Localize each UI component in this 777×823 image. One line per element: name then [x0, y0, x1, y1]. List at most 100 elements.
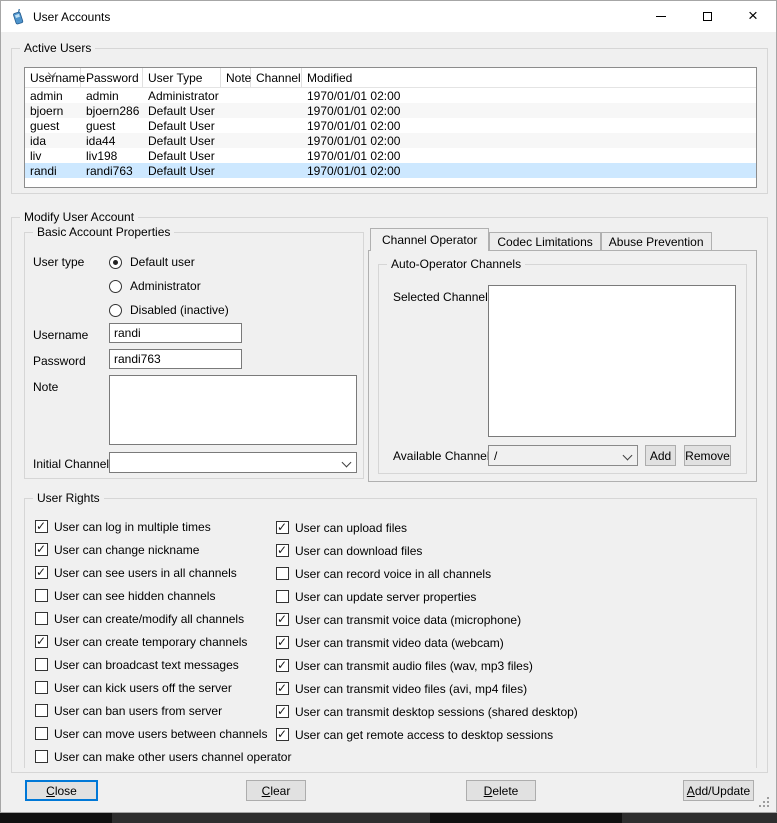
- user-type-radio[interactable]: Administrator: [109, 274, 229, 298]
- user-right-checkbox[interactable]: User can make other users channel operat…: [35, 745, 291, 768]
- available-channels-value: /: [494, 449, 617, 463]
- cell-username: liv: [25, 149, 81, 163]
- tab-label: Channel Operator: [382, 233, 477, 247]
- initial-channel-label: Initial Channel: [33, 457, 109, 471]
- basic-account-properties-title: Basic Account Properties: [33, 225, 174, 240]
- checkbox-icon: [276, 659, 289, 672]
- clear-button[interactable]: Clear: [246, 780, 306, 801]
- user-right-checkbox[interactable]: User can broadcast text messages: [35, 653, 291, 676]
- user-right-checkbox[interactable]: User can upload files: [276, 516, 578, 539]
- table-row[interactable]: liv liv198 Default User 1970/01/01 02:00: [25, 148, 756, 163]
- cell-username: guest: [25, 119, 81, 133]
- user-right-checkbox[interactable]: User can transmit audio files (wav, mp3 …: [276, 654, 578, 677]
- checkbox-label: User can get remote access to desktop se…: [295, 728, 553, 742]
- note-field[interactable]: [109, 375, 357, 445]
- user-right-checkbox[interactable]: User can kick users off the server: [35, 676, 291, 699]
- user-rights-left-column: User can log in multiple times User can …: [35, 515, 291, 768]
- checkbox-icon: [35, 681, 48, 694]
- selected-channels-listbox[interactable]: [488, 285, 736, 437]
- desktop-strip-segment: [622, 813, 777, 823]
- user-right-checkbox[interactable]: User can create temporary channels: [35, 630, 291, 653]
- username-field[interactable]: [109, 323, 242, 343]
- cell-usertype: Default User: [143, 119, 221, 133]
- user-right-checkbox[interactable]: User can see users in all channels: [35, 561, 291, 584]
- active-users-title: Active Users: [20, 41, 95, 56]
- available-channels-combobox[interactable]: /: [488, 445, 638, 466]
- checkbox-label: User can transmit voice data (microphone…: [295, 613, 521, 627]
- table-row[interactable]: bjoern bjoern286 Default User 1970/01/01…: [25, 103, 756, 118]
- checkbox-label: User can transmit audio files (wav, mp3 …: [295, 659, 533, 673]
- minimize-button[interactable]: [638, 1, 684, 32]
- checkbox-icon: [276, 682, 289, 695]
- column-header-usertype[interactable]: User Type: [143, 68, 221, 87]
- user-right-checkbox[interactable]: User can transmit video data (webcam): [276, 631, 578, 654]
- user-right-checkbox[interactable]: User can transmit desktop sessions (shar…: [276, 700, 578, 723]
- user-type-radio[interactable]: Default user: [109, 250, 229, 274]
- add-update-button[interactable]: Add/Update: [683, 780, 754, 801]
- table-row[interactable]: randi randi763 Default User 1970/01/01 0…: [25, 163, 756, 178]
- resize-grip[interactable]: [759, 797, 771, 809]
- user-right-checkbox[interactable]: User can ban users from server: [35, 699, 291, 722]
- column-header-note[interactable]: Note: [221, 68, 251, 87]
- user-right-checkbox[interactable]: User can transmit voice data (microphone…: [276, 608, 578, 631]
- column-header-modified[interactable]: Modified: [302, 68, 756, 87]
- user-right-checkbox[interactable]: User can download files: [276, 539, 578, 562]
- user-right-checkbox[interactable]: User can create/modify all channels: [35, 607, 291, 630]
- cell-usertype: Administrator: [143, 89, 221, 103]
- user-rights-title: User Rights: [33, 491, 104, 506]
- column-header-channel[interactable]: Channel: [251, 68, 302, 87]
- user-right-checkbox[interactable]: User can see hidden channels: [35, 584, 291, 607]
- checkbox-label: User can transmit video data (webcam): [295, 636, 504, 650]
- user-right-checkbox[interactable]: User can transmit video files (avi, mp4 …: [276, 677, 578, 700]
- cell-modified: 1970/01/01 02:00: [302, 119, 756, 133]
- maximize-button[interactable]: [684, 1, 730, 32]
- checkbox-icon: [35, 635, 48, 648]
- checkbox-label: User can update server properties: [295, 590, 476, 604]
- user-right-checkbox[interactable]: User can change nickname: [35, 538, 291, 561]
- checkbox-icon: [35, 704, 48, 717]
- password-field[interactable]: [109, 349, 242, 369]
- checkbox-label: User can create temporary channels: [54, 635, 247, 649]
- selected-channels-label: Selected Channels: [393, 290, 494, 304]
- tab[interactable]: Abuse Prevention: [601, 232, 712, 251]
- table-row[interactable]: guest guest Default User 1970/01/01 02:0…: [25, 118, 756, 133]
- table-body: admin admin Administrator 1970/01/01 02:…: [25, 88, 756, 178]
- user-accounts-window: User Accounts × Active Users Username Pa…: [0, 0, 777, 813]
- cell-password: guest: [81, 119, 143, 133]
- user-right-checkbox[interactable]: User can update server properties: [276, 585, 578, 608]
- user-right-checkbox[interactable]: User can get remote access to desktop se…: [276, 723, 578, 746]
- auto-operator-channels-groupbox: Auto-Operator Channels Selected Channels…: [378, 264, 747, 474]
- checkbox-label: User can see hidden channels: [54, 589, 215, 603]
- checkbox-icon: [35, 520, 48, 533]
- cell-modified: 1970/01/01 02:00: [302, 164, 756, 178]
- tab[interactable]: Codec Limitations: [489, 232, 600, 251]
- checkbox-icon: [276, 521, 289, 534]
- user-type-radio[interactable]: Disabled (inactive): [109, 298, 229, 322]
- sort-ascending-icon: [48, 70, 57, 77]
- user-right-checkbox[interactable]: User can move users between channels: [35, 722, 291, 745]
- cell-password: randi763: [81, 164, 143, 178]
- table-row[interactable]: ida ida44 Default User 1970/01/01 02:00: [25, 133, 756, 148]
- initial-channel-combobox[interactable]: [109, 452, 357, 473]
- checkbox-label: User can log in multiple times: [54, 520, 211, 534]
- add-button[interactable]: Add: [645, 445, 676, 466]
- close-button[interactable]: Close: [25, 780, 98, 801]
- user-right-checkbox[interactable]: User can record voice in all channels: [276, 562, 578, 585]
- titlebar[interactable]: User Accounts ×: [1, 1, 776, 32]
- user-type-radio-group: Default user Administrator Disabled (ina…: [109, 250, 229, 322]
- close-window-button[interactable]: ×: [730, 1, 776, 32]
- basic-account-properties-groupbox: Basic Account Properties User type Defau…: [24, 232, 364, 479]
- radio-icon: [109, 280, 122, 293]
- checkbox-label: User can change nickname: [54, 543, 199, 557]
- column-header-password[interactable]: Password: [81, 68, 143, 87]
- user-rights-groupbox: User Rights User can log in multiple tim…: [24, 498, 757, 768]
- cell-password: ida44: [81, 134, 143, 148]
- user-right-checkbox[interactable]: User can log in multiple times: [35, 515, 291, 538]
- remove-button[interactable]: Remove: [684, 445, 731, 466]
- delete-button[interactable]: Delete: [466, 780, 536, 801]
- table-row[interactable]: admin admin Administrator 1970/01/01 02:…: [25, 88, 756, 103]
- active-users-groupbox: Active Users Username Password User Type…: [11, 48, 768, 194]
- active-users-table[interactable]: Username Password User Type Note Channel…: [24, 67, 757, 188]
- tab[interactable]: Channel Operator: [370, 228, 489, 251]
- checkbox-icon: [276, 728, 289, 741]
